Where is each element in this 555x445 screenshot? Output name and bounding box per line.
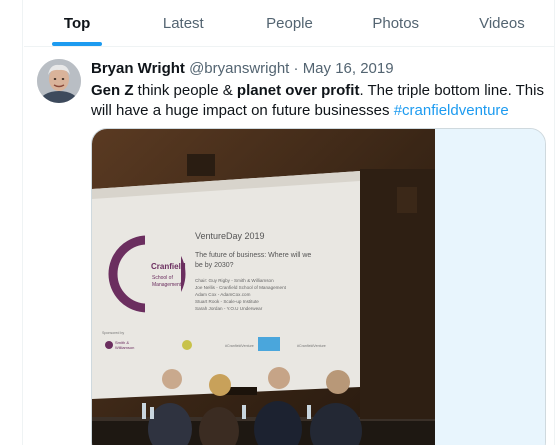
slide-panel-line2: Joe Nellis - Cranfield School of Managem… xyxy=(195,285,287,290)
tweet-text: Gen Z think people & planet over profit.… xyxy=(91,81,546,121)
footer-tag1: #CranfieldVenture xyxy=(225,344,254,348)
hashtag-link[interactable]: #cranfieldventure xyxy=(394,102,509,119)
author-handle[interactable]: @bryanswright xyxy=(189,60,289,77)
tab-photos-label: Photos xyxy=(372,14,420,32)
sponsor-badge-icon xyxy=(182,340,192,350)
tweet-text-plain1: think people & xyxy=(133,82,237,99)
left-frame xyxy=(0,0,23,445)
tweet-text-bold2: planet over profit xyxy=(236,82,360,99)
search-tabs: Top Latest People Photos Videos xyxy=(24,0,555,47)
tweet-media[interactable]: Cranfield School of Management VentureDa… xyxy=(91,128,546,445)
slide-panel-line3: Adam Cox - AdamCox.com xyxy=(195,292,251,297)
logo-sub1: School of xyxy=(152,275,173,281)
tab-people[interactable]: People xyxy=(236,0,342,46)
sponsor-logo-mark xyxy=(105,341,113,349)
tab-videos[interactable]: Videos xyxy=(449,0,555,46)
tweet[interactable]: Bryan Wright @bryanswright · May 16, 201… xyxy=(24,48,555,445)
photo-scene: Cranfield School of Management VentureDa… xyxy=(92,129,435,445)
slide-panel-line5: Sarah Jordan - Y.O.U Underwear xyxy=(195,306,263,311)
avatar[interactable] xyxy=(37,59,81,103)
sponsor-name2: Williamson xyxy=(115,345,134,350)
tab-photos[interactable]: Photos xyxy=(343,0,449,46)
logo-sub2: Management xyxy=(152,282,182,288)
media-side-pane xyxy=(435,129,545,445)
tab-latest[interactable]: Latest xyxy=(130,0,236,46)
header-separator: · xyxy=(293,60,299,77)
tab-top[interactable]: Top xyxy=(24,0,130,46)
twitter-logo-box xyxy=(258,337,280,351)
active-tab-indicator xyxy=(52,42,103,46)
slide-title: VentureDay 2019 xyxy=(195,231,265,241)
tweet-text-bold1: Gen Z xyxy=(91,82,134,99)
tweet-date[interactable]: May 16, 2019 xyxy=(303,60,394,77)
tab-people-label: People xyxy=(266,14,313,32)
tweet-header: Bryan Wright @bryanswright · May 16, 201… xyxy=(91,60,394,77)
conference-photo[interactable]: Cranfield School of Management VentureDa… xyxy=(92,129,435,445)
author-name[interactable]: Bryan Wright xyxy=(91,60,185,77)
slide-panel-line1: Chair: Guy Rigby - Smith & Williamson xyxy=(195,278,274,283)
logo-word: Cranfield xyxy=(151,262,186,271)
tab-top-label: Top xyxy=(63,14,91,32)
slide-question-line1: The future of business: Where will we xyxy=(195,252,311,259)
sponsored-by-label: Sponsored by xyxy=(102,331,124,335)
tab-videos-label: Videos xyxy=(479,14,525,32)
footer-tag2: #CranfieldVenture xyxy=(297,344,326,348)
avatar-image xyxy=(37,59,81,103)
slide-question-line2: be by 2030? xyxy=(195,262,234,269)
tab-latest-label: Latest xyxy=(162,14,204,32)
slide-panel-line4: Stuart Rook - Scale-up Institute xyxy=(195,299,259,304)
